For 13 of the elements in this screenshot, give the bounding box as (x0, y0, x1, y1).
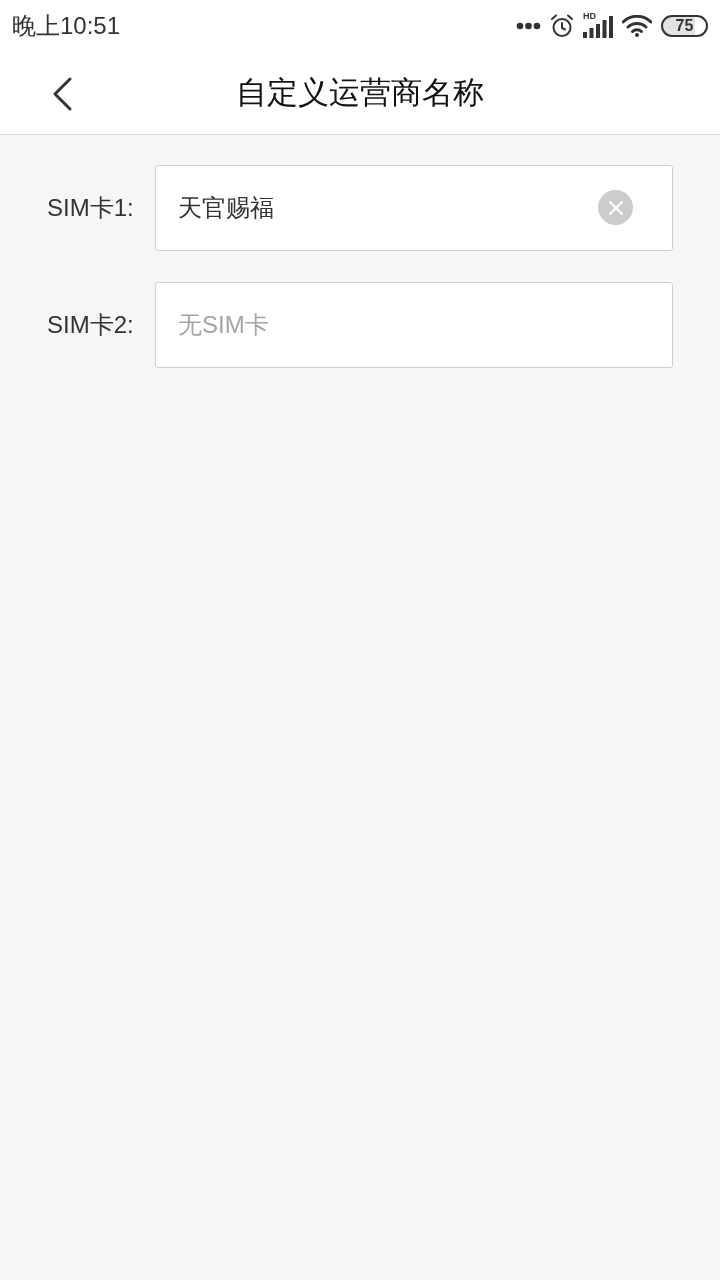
page-title: 自定义运营商名称 (236, 74, 484, 112)
battery-indicator: 75 (661, 15, 708, 37)
wifi-icon (622, 15, 652, 37)
alarm-clock-icon (550, 14, 574, 38)
network-type-label: HD (583, 12, 596, 21)
status-time: 晚上10:51 (12, 14, 121, 38)
input-field[interactable]: 天官赐福 (155, 165, 673, 251)
more-dots-icon (516, 22, 541, 30)
close-icon (607, 199, 624, 216)
back-chevron-icon (52, 77, 72, 111)
input-field[interactable]: 无SIM卡 (155, 282, 673, 368)
field-label: SIM卡2: (47, 310, 135, 340)
field-label: SIM卡1: (47, 193, 135, 223)
